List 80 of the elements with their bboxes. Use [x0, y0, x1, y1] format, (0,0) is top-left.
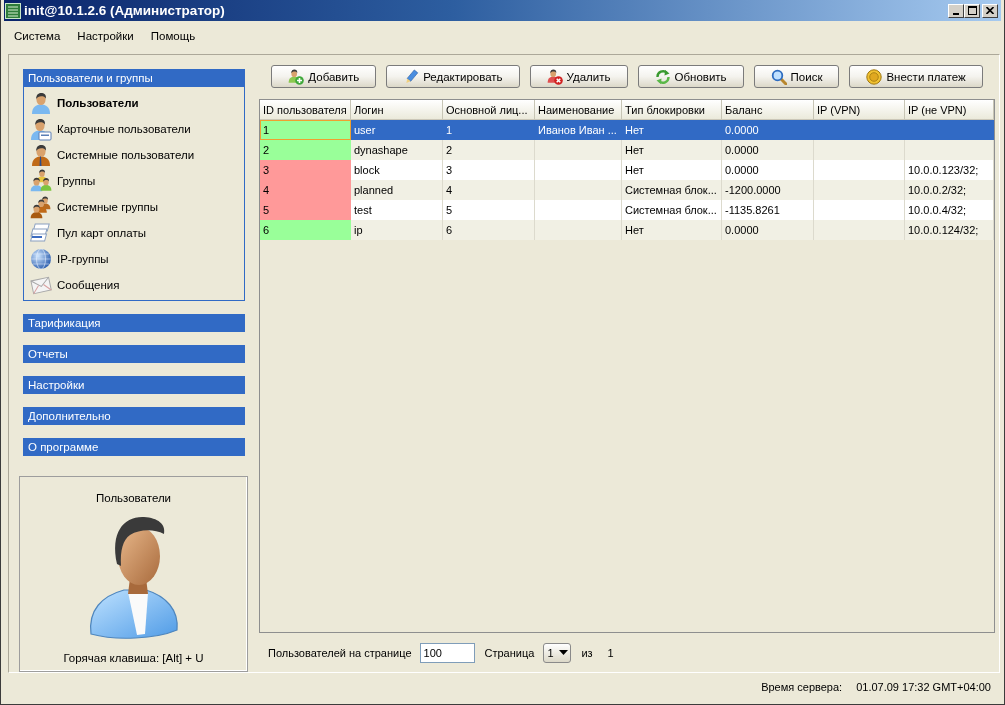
table-cell: 10.0.0.124/32; — [905, 220, 994, 240]
window-title: init@10.1.2.6 (Администратор) — [24, 3, 226, 18]
sidebar-item[interactable]: Системные пользователи — [24, 142, 244, 168]
server-time-label: Время сервера: — [761, 681, 843, 693]
sidebar-section-header[interactable]: Дополнительно — [23, 407, 245, 425]
minimize-icon — [953, 12, 959, 15]
column-header[interactable]: Логин — [351, 100, 443, 120]
of-label: из — [581, 646, 593, 659]
column-header[interactable]: IP (не VPN) — [905, 100, 994, 120]
caret-icon — [559, 650, 569, 655]
table-cell: 6 — [260, 220, 351, 240]
sidebar-section-header[interactable]: Тарификация — [23, 314, 245, 332]
sidebar-item[interactable]: Группы — [24, 168, 244, 194]
pencil-icon — [403, 68, 420, 85]
maximize-button[interactable] — [964, 3, 980, 18]
page-label: Страница — [484, 646, 535, 659]
column-header[interactable]: Наименование — [535, 100, 622, 120]
table-cell: 4 — [260, 180, 351, 200]
menu-item[interactable]: Настройки — [70, 28, 141, 44]
refresh-icon — [654, 68, 671, 85]
column-header[interactable]: ID пользователя — [260, 100, 351, 120]
toolbar-button[interactable]: Поиск — [753, 65, 840, 88]
server-time-value: 01.07.09 17:32 GMT+04:00 — [856, 681, 991, 693]
table-cell: 6 — [443, 220, 535, 240]
column-header[interactable]: Тип блокировки — [622, 100, 722, 120]
cards-icon — [30, 221, 52, 245]
per-page-field[interactable]: 100 — [419, 642, 475, 663]
sidebar-item[interactable]: IP-группы — [24, 246, 244, 272]
people-icon — [30, 169, 52, 193]
sidebar-section-header[interactable]: Пользователи и группы — [23, 69, 245, 87]
maximize-icon — [967, 6, 977, 15]
sidebar-item[interactable]: Пользователи — [24, 90, 244, 116]
page-select[interactable]: 1 — [543, 642, 572, 663]
coin-icon — [866, 68, 883, 85]
people-suit-icon — [30, 195, 52, 219]
toolbar-button[interactable]: Редактировать — [386, 65, 520, 88]
minimize-button[interactable] — [948, 3, 964, 18]
sidebar-item[interactable]: Карточные пользователи — [24, 116, 244, 142]
sidebar-item[interactable]: Сообщения — [24, 272, 244, 298]
preview-title: Пользователи — [95, 492, 172, 504]
per-page-label: Пользователей на странице — [268, 646, 412, 659]
toolbar-button[interactable]: Удалить — [529, 65, 628, 88]
sidebar-section-header[interactable]: Настройки — [23, 376, 245, 394]
toolbar-button[interactable]: Внести платеж — [849, 65, 983, 88]
table-row[interactable]: 3 block 3 Нет 0.0000 10.0.0.123/32; — [260, 160, 994, 180]
person-icon — [30, 91, 52, 115]
table-cell: 5 — [260, 200, 351, 220]
globe-icon — [30, 247, 52, 271]
hotkey-hint: Горячая клавиша: [Alt] + U — [63, 652, 204, 664]
search-icon — [770, 68, 787, 85]
table-row[interactable]: 1 user 1 Иванов Иван ... Нет 0.0000 — [260, 120, 994, 140]
table-cell: 1 — [260, 120, 351, 140]
person-suit-icon — [30, 143, 52, 167]
table-cell: 0.0000 — [722, 220, 814, 240]
column-header[interactable]: IP (VPN) — [814, 100, 905, 120]
toolbar-button[interactable]: Обновить — [637, 65, 744, 88]
menu-item[interactable]: Система — [7, 28, 68, 44]
table-row[interactable]: 5 test 5 Системная блок... -1135.8261 10.0.0.4/32; — [260, 200, 994, 220]
table-row[interactable]: 2 dynashape 2 Нет 0.0000 — [260, 140, 994, 160]
person-add-icon — [288, 68, 305, 85]
page-count: 1 — [607, 646, 614, 659]
table-cell: ip — [351, 220, 443, 240]
app-icon — [5, 2, 21, 19]
menu-item[interactable]: Помощь — [143, 28, 203, 44]
table-cell: 2 — [260, 140, 351, 160]
column-header[interactable]: Основной лиц... — [443, 100, 535, 120]
sidebar-section-header[interactable]: Отчеты — [23, 345, 245, 363]
sidebar-section-header[interactable]: О программе — [23, 438, 245, 456]
person-card-icon — [30, 117, 52, 141]
sidebar-item[interactable]: Системные группы — [24, 194, 244, 220]
close-button[interactable] — [982, 3, 998, 18]
person-remove-icon — [546, 68, 563, 85]
sidebar-item[interactable]: Пул карт оплаты — [24, 220, 244, 246]
column-header[interactable]: Баланс — [722, 100, 814, 120]
table-row[interactable]: 4 planned 4 Системная блок... -1200.0000 10.0.0.2/32; — [260, 180, 994, 200]
table-row[interactable]: 6 ip 6 Нет 0.0000 10.0.0.124/32; — [260, 220, 994, 240]
toolbar-button[interactable]: Добавить — [271, 65, 377, 88]
table-cell: Нет — [622, 220, 722, 240]
table-cell: 3 — [260, 160, 351, 180]
close-icon — [986, 7, 994, 14]
